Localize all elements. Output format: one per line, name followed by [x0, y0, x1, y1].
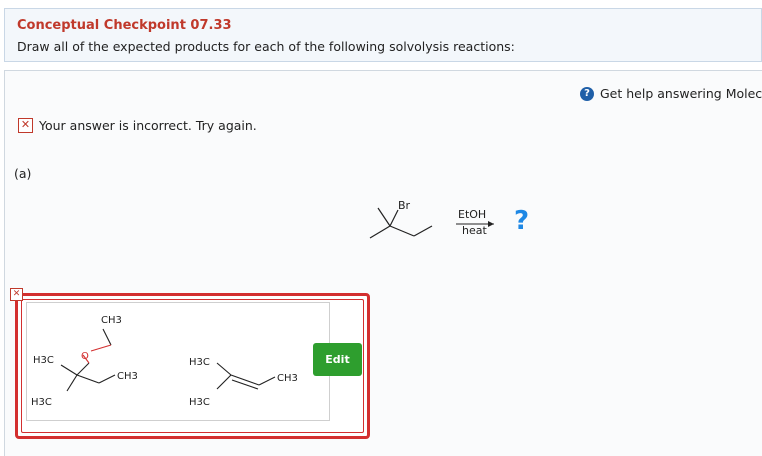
reaction-scheme: Br EtOH heat ?: [369, 199, 529, 239]
ch3-right-label: CH3: [117, 371, 138, 382]
arrow-head: [488, 221, 494, 227]
oxygen-label: O: [81, 351, 89, 362]
help-link[interactable]: ? Get help answering Molecu: [580, 86, 762, 101]
ch3-right-label-2: CH3: [277, 373, 298, 384]
part-label: (a): [14, 166, 32, 181]
condition-label: heat: [462, 224, 487, 237]
close-icon[interactable]: ✕: [10, 288, 23, 301]
reactant-structure: [369, 207, 433, 239]
instruction-text: Draw all of the expected products for ea…: [17, 39, 515, 54]
edit-button[interactable]: Edit: [313, 343, 362, 376]
h3c-bottom-label-2: H3C: [189, 397, 210, 408]
ch3-top-label: CH3: [101, 315, 122, 326]
bromine-label: Br: [398, 199, 411, 212]
h3c-bottom-label: H3C: [31, 397, 52, 408]
help-link-label: Get help answering Molecu: [600, 86, 762, 101]
incorrect-icon: ✕: [18, 118, 33, 133]
checkpoint-title: Conceptual Checkpoint 07.33: [17, 18, 232, 33]
h3c-top-label-2: H3C: [189, 357, 210, 368]
feedback-message: ✕ Your answer is incorrect. Try again.: [18, 118, 257, 133]
header-panel: Conceptual Checkpoint 07.33 Draw all of …: [4, 8, 762, 62]
help-icon: ?: [580, 86, 594, 101]
answer-structures: CH3 H3C O CH3 H3C H3C CH3 H3C: [31, 315, 298, 408]
h3c-left-label: H3C: [33, 355, 54, 366]
unknown-product: ?: [514, 206, 529, 236]
reagent-label: EtOH: [458, 208, 486, 221]
feedback-text: Your answer is incorrect. Try again.: [39, 118, 257, 133]
drawing-canvas[interactable]: CH3 H3C O CH3 H3C H3C CH3 H3C: [26, 302, 330, 421]
